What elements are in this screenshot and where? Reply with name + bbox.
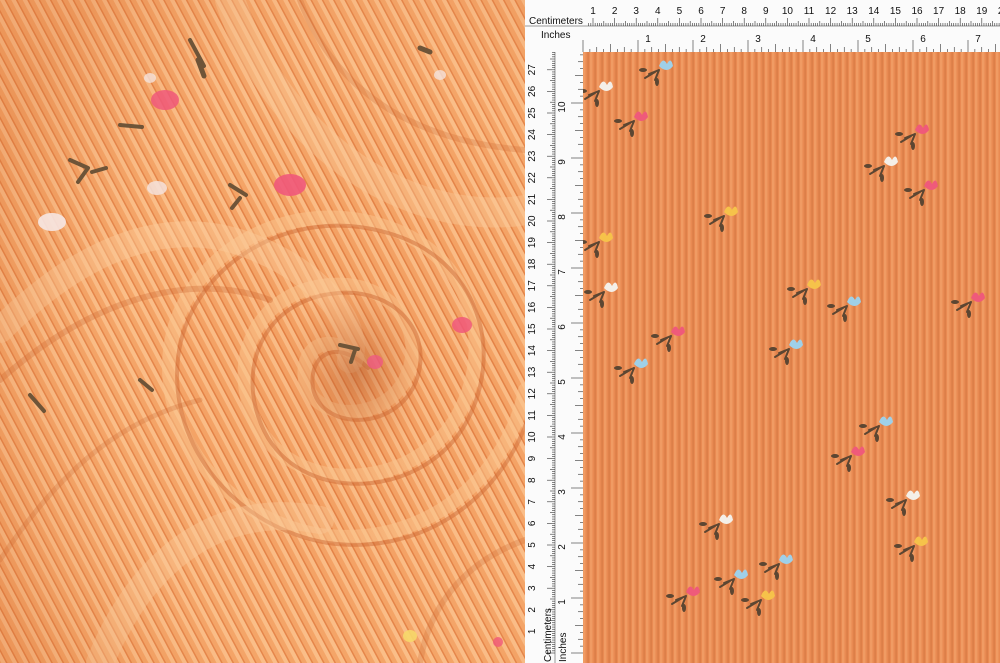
cm-tick-label: 11 xyxy=(804,6,815,17)
cm-tick-label: 13 xyxy=(847,6,859,17)
inch-tick-label: 5 xyxy=(557,379,568,385)
cm-tick-label: 15 xyxy=(890,6,902,17)
cm-tick-label: 14 xyxy=(527,345,538,357)
cm-tick-label: 10 xyxy=(527,431,538,443)
cm-tick-label: 6 xyxy=(527,520,538,526)
cm-tick-label: 18 xyxy=(955,6,967,17)
cm-tick-label: 4 xyxy=(527,563,538,569)
cm-tick-label: 11 xyxy=(527,410,538,421)
cm-tick-label: 15 xyxy=(527,323,538,335)
cm-tick-label: 4 xyxy=(655,6,661,17)
inch-tick-label: 2 xyxy=(700,34,706,45)
cm-tick-label: 3 xyxy=(633,6,639,17)
cm-tick-label: 5 xyxy=(527,542,538,548)
inch-tick-label: 3 xyxy=(557,489,568,495)
cm-tick-label: 26 xyxy=(527,85,538,97)
inch-tick-label: 5 xyxy=(865,34,871,45)
cm-tick-label: 1 xyxy=(527,628,538,634)
cm-tick-label: 9 xyxy=(763,6,769,17)
cm-tick-label: 12 xyxy=(825,6,837,17)
cm-tick-label: 19 xyxy=(527,237,538,249)
cm-tick-label: 7 xyxy=(720,6,726,17)
inch-tick-label: 3 xyxy=(755,34,761,45)
inch-tick-label: 1 xyxy=(645,34,651,45)
flat-fabric-swatch-icon xyxy=(583,52,1000,663)
inch-tick-label: 1 xyxy=(557,599,568,605)
inch-tick-label: 6 xyxy=(920,34,926,45)
cm-tick-label: 23 xyxy=(527,150,538,162)
inches-label: Inches xyxy=(541,30,571,41)
cm-tick-label: 5 xyxy=(677,6,683,17)
cm-tick-label: 22 xyxy=(527,172,538,184)
cm-tick-label: 9 xyxy=(527,455,538,461)
cm-tick-label: 3 xyxy=(527,585,538,591)
inches-label-vertical: Inches xyxy=(558,632,569,662)
centimeters-label: Centimeters xyxy=(529,16,583,27)
fabric-swatch xyxy=(583,52,1000,663)
cm-tick-label: 1 xyxy=(590,6,596,17)
cm-tick-label: 16 xyxy=(527,301,538,313)
cm-tick-label: 27 xyxy=(527,64,538,76)
top-ruler: 1234567891011121314151617181920211234567… xyxy=(525,0,1000,53)
cm-tick-label: 20 xyxy=(527,215,538,227)
cm-tick-label: 8 xyxy=(527,477,538,483)
swirled-rib-knit-fabric-icon xyxy=(0,0,525,663)
cm-tick-label: 21 xyxy=(527,193,538,205)
cm-tick-label: 8 xyxy=(741,6,747,17)
inch-tick-label: 2 xyxy=(557,544,568,550)
cm-tick-label: 17 xyxy=(527,280,538,292)
cm-tick-label: 13 xyxy=(527,366,538,378)
cm-tick-label: 17 xyxy=(933,6,945,17)
cm-tick-label: 2 xyxy=(527,607,538,613)
cm-tick-label: 16 xyxy=(911,6,923,17)
centimeters-label-vertical: Centimeters xyxy=(543,608,554,662)
measured-swatch-panel: 1234567891011121314151617181920211234567… xyxy=(525,0,1000,663)
inch-tick-label: 9 xyxy=(557,159,568,165)
cm-tick-label: 18 xyxy=(527,258,538,270)
product-image: 1234567891011121314151617181920211234567… xyxy=(0,0,1000,663)
cm-tick-label: 25 xyxy=(527,107,538,119)
cm-tick-label: 24 xyxy=(527,129,538,141)
cm-tick-label: 6 xyxy=(698,6,704,17)
cm-tick-label: 7 xyxy=(527,499,538,505)
inch-tick-label: 7 xyxy=(975,34,981,45)
inch-tick-label: 10 xyxy=(557,101,568,113)
inch-tick-label: 4 xyxy=(810,34,816,45)
inch-tick-label: 8 xyxy=(557,214,568,220)
top-ruler-ticks: 1234567891011121314151617181920211234567… xyxy=(525,6,1000,52)
cm-tick-label: 12 xyxy=(527,388,538,400)
cm-tick-label: 14 xyxy=(868,6,880,17)
cm-tick-label: 10 xyxy=(782,6,794,17)
left-ruler: 1 2 3 4 5 6 7 8 9 10 11 12 13 14 15 16 17 18 19 20 21 22 23 24 2… xyxy=(525,52,584,663)
left-ruler-ticks: 1234567891011121314151617181920212223242… xyxy=(527,52,583,663)
cm-tick-label: 19 xyxy=(976,6,988,17)
swirled-fabric-photo xyxy=(0,0,525,663)
inch-tick-label: 4 xyxy=(557,434,568,440)
inch-tick-label: 7 xyxy=(557,269,568,275)
cm-tick-label: 2 xyxy=(612,6,618,17)
inch-tick-label: 6 xyxy=(557,324,568,330)
